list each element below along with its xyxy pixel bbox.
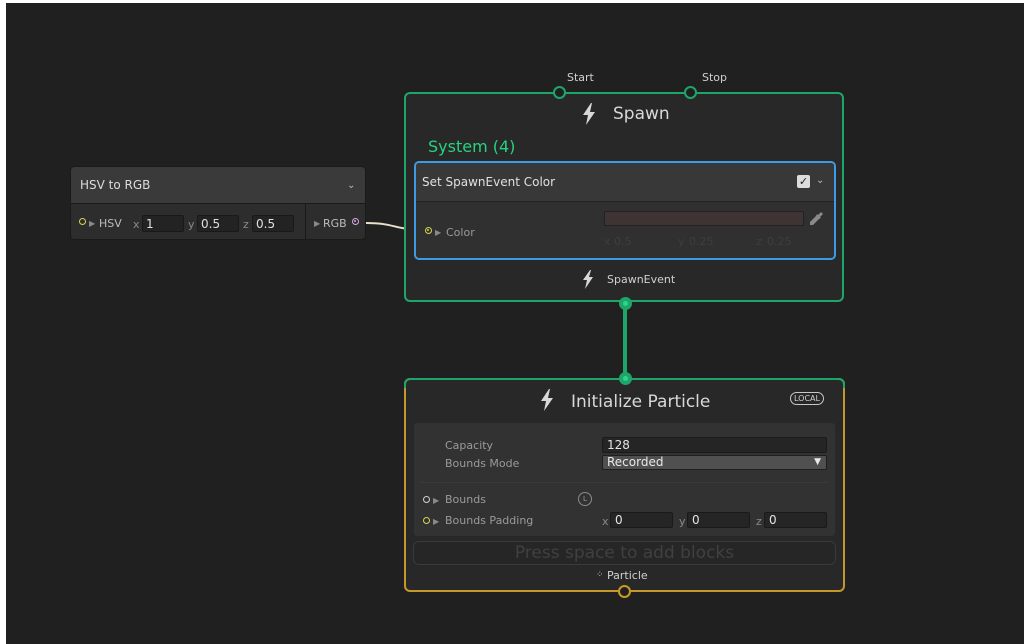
expand-triangle-icon[interactable]: ▶	[433, 496, 439, 505]
y-axis-label: y	[678, 235, 685, 248]
spawn-title: Spawn	[613, 104, 670, 124]
space-badge[interactable]: LOCAL	[790, 392, 824, 405]
block-title: Set SpawnEvent Color	[422, 175, 556, 189]
x-axis-label: x	[133, 218, 140, 231]
particle-output-port[interactable]	[618, 585, 631, 598]
z-axis-label: z	[243, 218, 249, 231]
y-axis-label: y	[679, 515, 686, 528]
divider	[420, 482, 828, 483]
x-axis-label: x	[604, 235, 611, 248]
rgb-output-label: RGB	[323, 217, 347, 230]
initialize-title: Initialize Particle	[571, 392, 711, 412]
block-header[interactable]: Set SpawnEvent Color ✓ ⌄	[416, 163, 834, 202]
bounds-input-port[interactable]	[423, 496, 430, 503]
chevron-down-icon[interactable]: ⌄	[347, 180, 355, 191]
padding-y-field[interactable]: 0	[687, 512, 750, 528]
hsv-input-port[interactable]	[79, 218, 86, 225]
hsv-x-field[interactable]: 1	[142, 215, 184, 232]
node-title: HSV to RGB	[80, 178, 151, 192]
x-axis-label: x	[602, 515, 609, 528]
color-x-value: 0.5	[614, 235, 632, 248]
color-swatch-field[interactable]	[604, 211, 804, 226]
capacity-field[interactable]: 128	[602, 437, 827, 453]
lightning-icon	[541, 389, 553, 411]
spawnevent-output-port[interactable]	[619, 297, 632, 310]
stop-port[interactable]	[684, 86, 697, 99]
expand-triangle-icon[interactable]: ▶	[435, 228, 441, 237]
add-blocks-placeholder[interactable]: Press space to add blocks	[413, 541, 836, 565]
color-y-value: 0.25	[689, 235, 714, 248]
expand-triangle-icon[interactable]: ▶	[89, 219, 95, 228]
chevron-down-icon[interactable]: ⌄	[816, 175, 824, 186]
node-header[interactable]: HSV to RGB ⌄	[71, 167, 365, 204]
bounds-padding-input-port[interactable]	[423, 517, 430, 524]
color-label: Color	[446, 226, 475, 239]
bounds-space-badge[interactable]: L	[578, 492, 592, 506]
stop-label: Stop	[702, 71, 728, 84]
hsv-y-field[interactable]: 0.5	[197, 215, 239, 232]
padding-x-field[interactable]: 0	[610, 512, 673, 528]
color-z-value: 0.25	[767, 235, 792, 248]
color-input-port[interactable]	[425, 227, 432, 234]
capacity-label: Capacity	[445, 439, 494, 452]
bounds-mode-dropdown[interactable]: Recorded ▼	[602, 455, 827, 470]
z-axis-label: z	[756, 515, 762, 528]
hsv-z-field[interactable]: 0.5	[252, 215, 294, 232]
particle-icon: ⁘	[596, 570, 604, 580]
eyedropper-icon[interactable]	[808, 210, 824, 226]
start-label: Start	[567, 71, 594, 84]
dropdown-arrow-icon: ▼	[814, 457, 821, 467]
lightning-icon	[583, 103, 595, 125]
output-divider	[305, 203, 306, 239]
bounds-padding-label: Bounds Padding	[445, 514, 534, 527]
rgb-output-port[interactable]	[352, 218, 359, 225]
padding-z-field[interactable]: 0	[764, 512, 827, 528]
expand-triangle-icon[interactable]: ▶	[314, 219, 320, 228]
hsv-to-rgb-node[interactable]: HSV to RGB ⌄ ▶ HSV x 1 y 0.5 z 0.5 ▶ RGB	[70, 166, 366, 240]
particle-output-label: Particle	[607, 569, 648, 582]
bounds-label: Bounds	[445, 493, 486, 506]
initialize-input-port[interactable]	[619, 372, 632, 385]
set-spawnevent-color-block[interactable]: Set SpawnEvent Color ✓ ⌄ ▶ Color x 0.5 y…	[414, 161, 836, 260]
bounds-mode-value: Recorded	[607, 455, 664, 469]
expand-triangle-icon[interactable]: ▶	[433, 517, 439, 526]
hsv-input-label: HSV	[99, 217, 122, 230]
z-axis-label: z	[756, 235, 762, 248]
bounds-mode-label: Bounds Mode	[445, 457, 520, 470]
system-label[interactable]: System (4)	[428, 137, 515, 156]
lightning-icon	[583, 270, 593, 289]
y-axis-label: y	[188, 218, 195, 231]
enabled-checkbox[interactable]: ✓	[797, 175, 810, 188]
spawnevent-output-label: SpawnEvent	[607, 273, 676, 286]
start-port[interactable]	[553, 86, 566, 99]
